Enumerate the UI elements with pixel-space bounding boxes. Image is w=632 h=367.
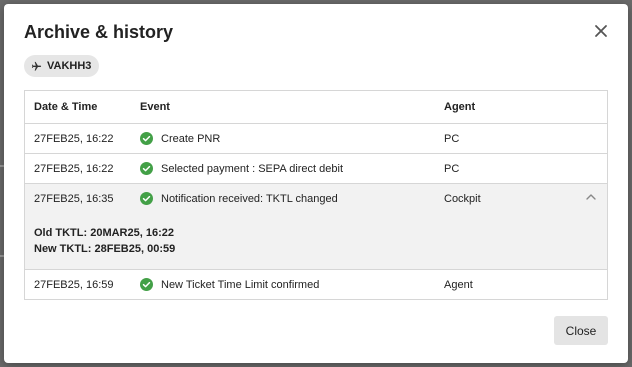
chevron-up-icon[interactable] bbox=[585, 192, 597, 202]
check-circle-icon bbox=[140, 192, 153, 205]
row-event: Selected payment : SEPA direct debit bbox=[140, 154, 343, 183]
history-table: Date & Time Event Agent 27FEB25, 16:22 C… bbox=[24, 90, 608, 300]
row-date: 27FEB25, 16:22 bbox=[34, 132, 114, 145]
table-row: 27FEB25, 16:22 Selected payment : SEPA d… bbox=[25, 153, 607, 183]
row-event-text: New Ticket Time Limit confirmed bbox=[161, 278, 320, 291]
check-circle-icon bbox=[140, 132, 153, 145]
row-date: 27FEB25, 16:22 bbox=[34, 162, 114, 175]
plane-icon bbox=[31, 61, 42, 72]
row-date: 27FEB25, 16:59 bbox=[34, 278, 114, 291]
row-event-text: Create PNR bbox=[161, 132, 221, 145]
row-event-text: Selected payment : SEPA direct debit bbox=[161, 162, 344, 175]
dialog-title: Archive & history bbox=[24, 22, 174, 42]
row-agent: Agent bbox=[444, 278, 473, 291]
check-circle-icon bbox=[140, 162, 153, 175]
old-tktl: Old TKTL: 20MAR25, 16:22 bbox=[34, 227, 174, 239]
row-agent: PC bbox=[444, 162, 460, 175]
pnr-label: VAKHH3 bbox=[47, 60, 92, 72]
table-row: 27FEB25, 16:22 Create PNR PC bbox=[25, 123, 607, 153]
row-agent: PC bbox=[444, 132, 460, 145]
archive-history-dialog: Archive & history VAKHH3 Date & Time Eve… bbox=[4, 4, 628, 363]
table-header: Date & Time Event Agent bbox=[25, 91, 607, 123]
check-circle-icon bbox=[140, 278, 153, 291]
close-button[interactable]: Close bbox=[554, 316, 608, 345]
row-event: Notification received: TKTL changed bbox=[140, 184, 338, 213]
column-header-date: Date & Time bbox=[34, 101, 98, 113]
row-event-text: Notification received: TKTL changed bbox=[161, 192, 338, 205]
row-agent: Cockpit bbox=[444, 192, 481, 205]
table-row: 27FEB25, 16:59 New Ticket Time Limit con… bbox=[25, 269, 607, 299]
column-header-event: Event bbox=[140, 101, 170, 113]
row-event: Create PNR bbox=[140, 124, 220, 153]
row-event: New Ticket Time Limit confirmed bbox=[140, 270, 319, 299]
table-row-expanded[interactable]: 27FEB25, 16:35 Notification received: TK… bbox=[25, 183, 607, 213]
new-tktl: New TKTL: 28FEB25, 00:59 bbox=[34, 243, 176, 255]
row-details: Old TKTL: 20MAR25, 16:22 New TKTL: 28FEB… bbox=[25, 213, 607, 269]
pnr-chip: VAKHH3 bbox=[24, 55, 100, 77]
column-header-agent: Agent bbox=[444, 101, 476, 113]
close-icon[interactable] bbox=[592, 22, 610, 40]
row-date: 27FEB25, 16:35 bbox=[34, 192, 114, 205]
